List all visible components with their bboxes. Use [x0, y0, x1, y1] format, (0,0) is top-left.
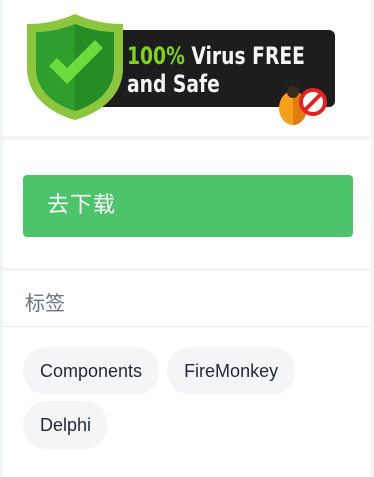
tags-title: 标签	[25, 291, 65, 315]
virus-free-card: 100% Virus FREE and Safe	[3, 0, 371, 136]
download-button[interactable]: 去下载	[23, 175, 353, 237]
download-card: 去下载	[3, 140, 371, 268]
badge-virus-free-text: Virus FREE	[184, 42, 305, 70]
tags-list: Components FireMonkey Delphi	[23, 347, 353, 449]
virus-free-badge: 100% Virus FREE and Safe	[23, 12, 339, 125]
tags-card: 标签 Components FireMonkey Delphi	[3, 271, 371, 477]
tag-firemonkey[interactable]: FireMonkey	[167, 347, 296, 395]
tag-components[interactable]: Components	[23, 347, 160, 395]
badge-line-2: and Safe	[127, 70, 220, 98]
shield-check-icon	[27, 14, 123, 120]
tag-delphi[interactable]: Delphi	[23, 401, 109, 449]
badge-line-1: 100% Virus FREE	[127, 44, 305, 68]
divider	[3, 326, 371, 327]
bug-forbidden-icon	[279, 79, 327, 125]
badge-percent: 100%	[127, 42, 185, 70]
